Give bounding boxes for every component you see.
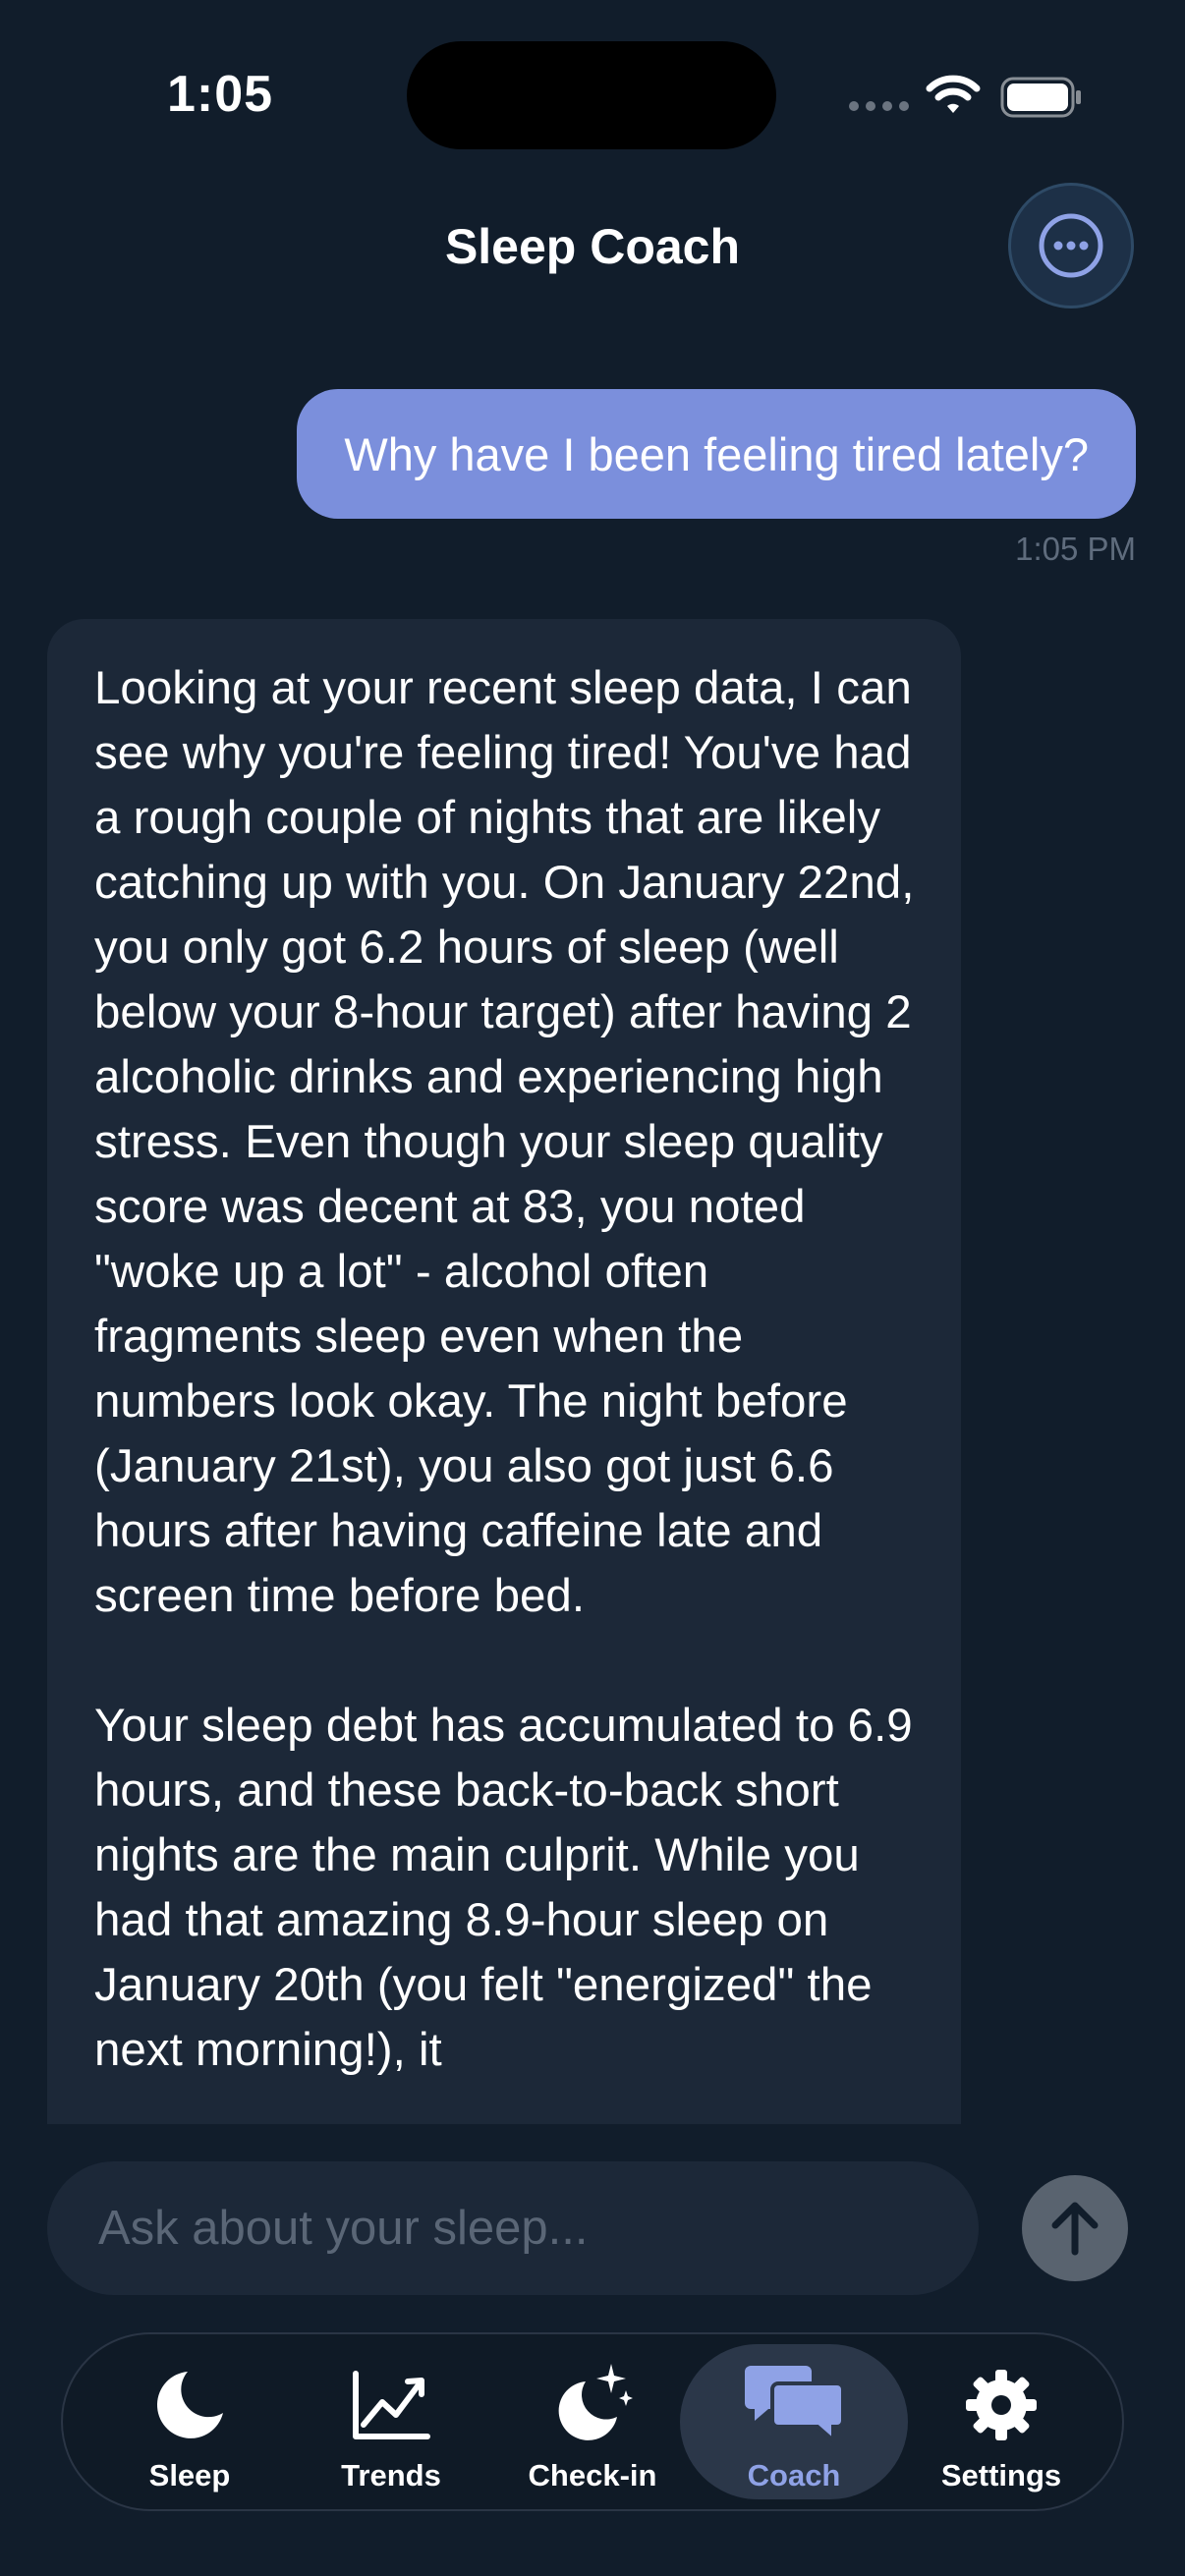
assistant-message-paragraph: Your sleep debt has accumulated to 6.9 h… bbox=[94, 1700, 913, 2076]
tab-label: Coach bbox=[747, 2458, 841, 2492]
arrow-up-icon bbox=[1051, 2202, 1099, 2256]
assistant-message-paragraph: Looking at your recent sleep data, I can… bbox=[94, 662, 915, 1622]
user-message-text: Why have I been feeling tired lately? bbox=[344, 427, 1089, 480]
gear-icon bbox=[966, 2370, 1037, 2440]
message-input-container[interactable] bbox=[47, 2161, 979, 2295]
tab-label: Sleep bbox=[148, 2458, 231, 2492]
chat-bubbles-icon bbox=[745, 2366, 843, 2442]
wifi-icon bbox=[926, 73, 981, 121]
status-time: 1:05 bbox=[167, 66, 274, 123]
message-timestamp: 1:05 PM bbox=[1015, 531, 1136, 567]
moon-icon bbox=[156, 2372, 223, 2438]
tab-label: Settings bbox=[940, 2458, 1062, 2492]
tab-bar: Sleep Trends Check-in Coach Settings bbox=[61, 2332, 1124, 2511]
tab-trends[interactable]: Trends bbox=[288, 2344, 494, 2499]
ellipsis-circle-icon bbox=[1039, 213, 1103, 278]
tab-label: Check-in bbox=[528, 2458, 657, 2492]
dynamic-island bbox=[407, 41, 776, 149]
tab-check-in[interactable]: Check-in bbox=[489, 2344, 696, 2499]
tab-label: Trends bbox=[341, 2458, 441, 2492]
message-input[interactable] bbox=[96, 2200, 945, 2257]
send-button[interactable] bbox=[1022, 2175, 1128, 2281]
assistant-message-bubble: Looking at your recent sleep data, I can… bbox=[47, 619, 961, 2124]
more-options-button[interactable] bbox=[1008, 183, 1134, 308]
moon-stars-icon bbox=[558, 2364, 633, 2440]
user-message-bubble: Why have I been feeling tired lately? bbox=[297, 389, 1136, 519]
tab-coach[interactable]: Coach bbox=[680, 2344, 908, 2499]
cellular-signal-icon bbox=[849, 101, 909, 111]
chart-line-icon bbox=[353, 2371, 430, 2439]
tab-settings[interactable]: Settings bbox=[898, 2344, 1104, 2499]
tab-sleep[interactable]: Sleep bbox=[86, 2344, 293, 2499]
battery-icon bbox=[1000, 77, 1083, 123]
